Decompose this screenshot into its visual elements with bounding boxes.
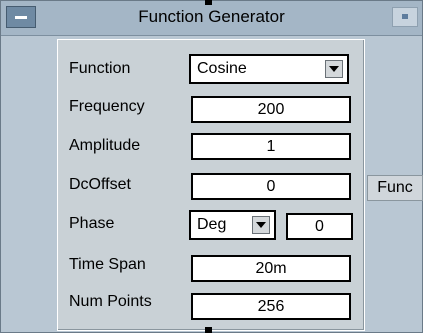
chevron-down-icon[interactable]	[325, 60, 343, 78]
function-generator-window: Function Generator Function Cosine Frequ…	[0, 0, 423, 333]
timespan-field[interactable]: 20m	[191, 255, 351, 282]
title-bar[interactable]: Function Generator	[1, 1, 422, 36]
amplitude-label: Amplitude	[69, 137, 141, 154]
func-output-pin[interactable]: Func	[367, 175, 423, 201]
connector-handle-top[interactable]	[205, 0, 212, 5]
numpoints-label: Num Points	[69, 293, 152, 310]
phase-field[interactable]: 0	[286, 213, 353, 240]
amplitude-field[interactable]: 1	[191, 133, 351, 160]
frequency-field[interactable]: 200	[191, 96, 351, 123]
phase-unit-select[interactable]: Deg	[189, 210, 276, 240]
function-select-value: Cosine	[197, 60, 247, 77]
function-select[interactable]: Cosine	[189, 54, 349, 84]
dcoffset-field[interactable]: 0	[191, 173, 351, 200]
window-title: Function Generator	[138, 7, 285, 26]
timespan-label: Time Span	[69, 256, 146, 273]
phase-unit-value: Deg	[197, 216, 227, 233]
maximize-icon	[402, 14, 408, 19]
function-label: Function	[69, 60, 131, 77]
phase-label: Phase	[69, 215, 115, 232]
dcoffset-label: DcOffset	[69, 176, 131, 193]
numpoints-field[interactable]: 256	[191, 293, 351, 320]
maximize-button[interactable]	[392, 7, 418, 27]
chevron-down-icon[interactable]	[252, 216, 270, 234]
frequency-label: Frequency	[69, 98, 145, 115]
connector-handle-bottom[interactable]	[205, 327, 212, 333]
